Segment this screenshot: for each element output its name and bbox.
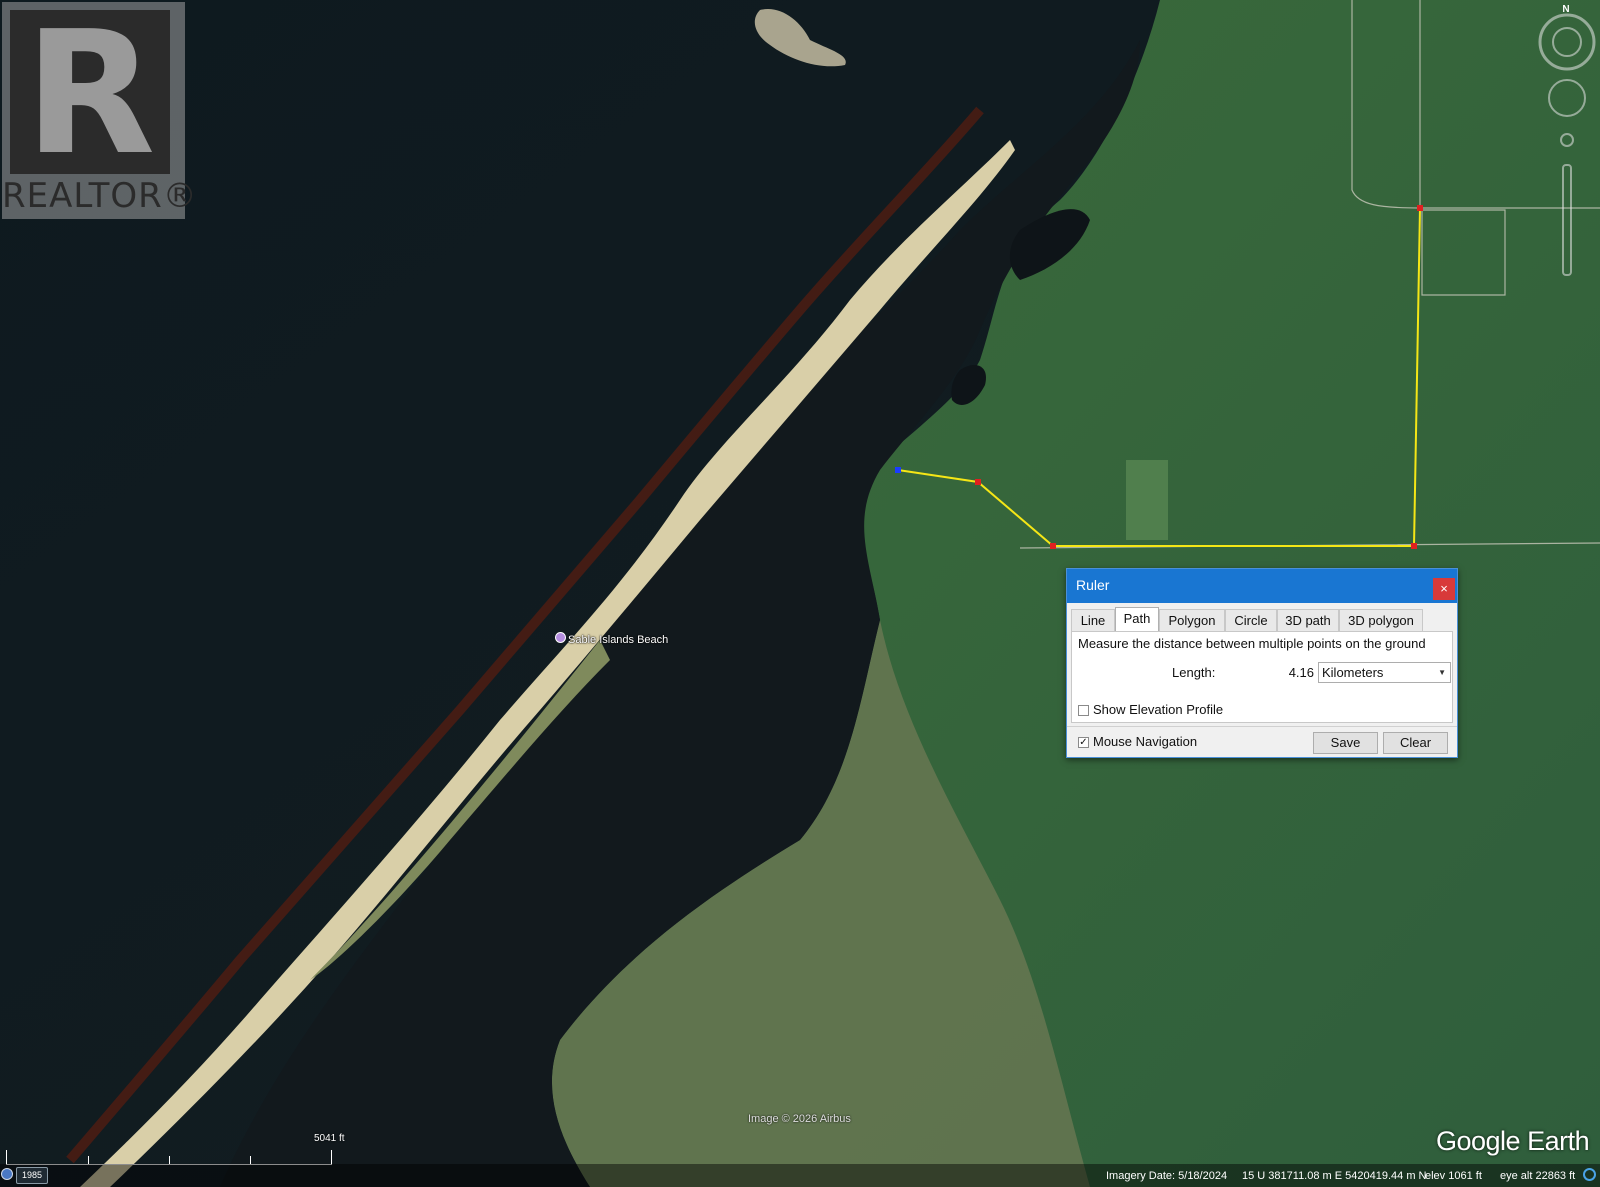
- clear-button[interactable]: Clear: [1383, 732, 1448, 754]
- path-vertex[interactable]: [1050, 543, 1056, 549]
- close-button[interactable]: ×: [1433, 578, 1455, 600]
- realtor-logo-text: REALTOR®: [2, 176, 198, 216]
- tab-3d-polygon[interactable]: 3D polygon: [1339, 609, 1423, 631]
- imagery-date: Imagery Date: 5/18/2024: [1106, 1170, 1228, 1182]
- path-end-vertex[interactable]: [1417, 205, 1423, 211]
- path-vertex[interactable]: [975, 479, 981, 485]
- ruler-description: Measure the distance between multiple po…: [1078, 636, 1426, 651]
- length-label: Length:: [1172, 665, 1216, 680]
- elevation-profile-checkbox[interactable]: [1078, 705, 1089, 716]
- google-earth-logo: Google Earth: [1436, 1126, 1590, 1156]
- coordinates-readout: 15 U 381711.08 m E 5420419.44 m N: [1242, 1170, 1427, 1182]
- scale-label: 5041 ft: [314, 1133, 345, 1144]
- realtor-logo-box: R: [10, 4, 170, 184]
- ruler-titlebar[interactable]: Ruler ×: [1067, 569, 1457, 603]
- ruler-title: Ruler: [1076, 577, 1110, 593]
- unit-select-value: Kilometers: [1322, 665, 1384, 680]
- scale-bar: [6, 1150, 332, 1165]
- streaming-status-icon: [1583, 1168, 1596, 1181]
- scale-tick: [88, 1156, 89, 1164]
- path-tab-panel: Measure the distance between multiple po…: [1071, 631, 1453, 723]
- ruler-dialog: Ruler × Line Path Polygon Circle 3D path…: [1066, 568, 1458, 758]
- unit-select[interactable]: Kilometers ▼: [1318, 662, 1451, 683]
- chevron-down-icon: ▼: [1438, 668, 1446, 677]
- dialog-separator: [1067, 726, 1457, 727]
- clearing: [1126, 460, 1168, 540]
- path-vertex[interactable]: [1411, 543, 1417, 549]
- realtor-watermark: R REALTOR®: [2, 2, 198, 219]
- mouse-navigation-checkbox[interactable]: ✓: [1078, 737, 1089, 748]
- place-marker-icon[interactable]: [555, 632, 566, 643]
- path-start-vertex[interactable]: [895, 467, 901, 473]
- elevation-profile-label[interactable]: Show Elevation Profile: [1093, 702, 1223, 717]
- save-button[interactable]: Save: [1313, 732, 1378, 754]
- tab-circle[interactable]: Circle: [1225, 609, 1277, 631]
- scale-tick: [250, 1156, 251, 1164]
- place-label[interactable]: Sable Islands Beach: [568, 634, 668, 646]
- length-value: 4.16: [1288, 665, 1314, 680]
- tab-3d-path[interactable]: 3D path: [1277, 609, 1339, 631]
- elevation-readout: elev 1061 ft: [1425, 1170, 1482, 1182]
- scale-tick: [169, 1156, 170, 1164]
- eye-altitude-readout: eye alt 22863 ft: [1500, 1170, 1576, 1182]
- tab-path[interactable]: Path: [1115, 607, 1159, 631]
- tab-polygon[interactable]: Polygon: [1159, 609, 1225, 631]
- image-credit: Image © 2026 Airbus: [748, 1113, 851, 1125]
- historical-imagery-icon[interactable]: [1, 1168, 13, 1180]
- tab-line[interactable]: Line: [1071, 609, 1115, 631]
- historical-year-badge[interactable]: 1985: [16, 1167, 48, 1184]
- realtor-logo-letter: R: [24, 0, 156, 193]
- mouse-navigation-label[interactable]: Mouse Navigation: [1093, 734, 1197, 749]
- compass-north-label: N: [1562, 4, 1569, 15]
